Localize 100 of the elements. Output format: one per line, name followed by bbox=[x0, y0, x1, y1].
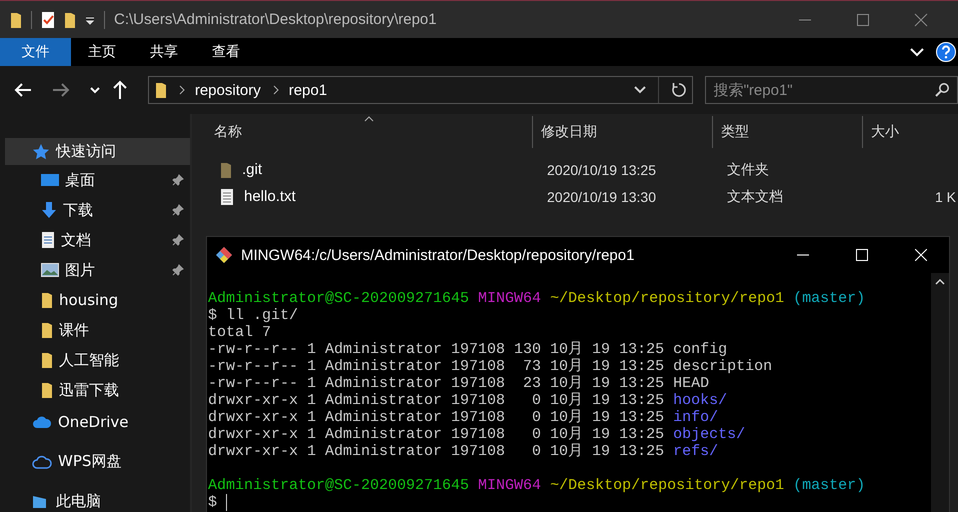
folder-icon bbox=[41, 291, 53, 309]
table-cell: 1 K bbox=[934, 188, 956, 204]
terminal-text: objects/ bbox=[673, 426, 746, 443]
terminal-text: info/ bbox=[673, 409, 718, 426]
back-arrow-icon[interactable] bbox=[14, 82, 32, 98]
breadcrumb[interactable]: repo1 bbox=[288, 82, 328, 98]
sidebar-label: WPS网盘 bbox=[58, 452, 122, 471]
dropdown-icon[interactable] bbox=[85, 14, 95, 24]
sidebar-label: 文档 bbox=[61, 230, 91, 250]
sidebar-label: 课件 bbox=[59, 320, 89, 340]
sort-up-icon bbox=[364, 116, 374, 122]
cloud-icon bbox=[32, 454, 52, 468]
pin-icon[interactable] bbox=[172, 204, 184, 216]
terminal-text: refs/ bbox=[673, 443, 718, 460]
table-cell-text: 2020/10/19 13:30 bbox=[546, 188, 657, 204]
folder-icon[interactable] bbox=[10, 10, 22, 28]
sidebar-label: 迅雷下载 bbox=[59, 380, 119, 400]
sidebar-item[interactable]: OneDrive bbox=[5, 408, 190, 435]
file-name[interactable]: .git bbox=[242, 161, 262, 178]
terminal-text: config bbox=[673, 341, 728, 358]
pin-icon[interactable] bbox=[172, 234, 184, 246]
folder-icon bbox=[41, 321, 53, 339]
up-arrow-icon[interactable] bbox=[112, 80, 128, 100]
sidebar-label: 图片 bbox=[65, 260, 95, 280]
column-header[interactable]: 大小 bbox=[862, 116, 952, 148]
down-arrow-icon bbox=[41, 201, 57, 219]
folder-icon bbox=[154, 81, 167, 99]
ribbon-tab[interactable]: 共享 bbox=[133, 38, 195, 66]
sidebar-item[interactable]: 此电脑 bbox=[5, 488, 190, 512]
sidebar-item[interactable]: 下载 bbox=[5, 195, 190, 225]
sidebar-item[interactable]: housing bbox=[5, 285, 190, 315]
terminal-text: (master) bbox=[793, 477, 866, 494]
terminal-text: ~/Desktop/repository/repo1 bbox=[550, 290, 784, 307]
terminal-text: HEAD bbox=[673, 375, 710, 392]
sidebar-item[interactable]: WPS网盘 bbox=[5, 448, 190, 475]
terminal-text: MINGW64 bbox=[478, 290, 542, 307]
column-header[interactable]: 修改日期 bbox=[532, 116, 712, 148]
sidebar-label: 人工智能 bbox=[59, 350, 119, 370]
chevron-right-icon[interactable] bbox=[178, 85, 185, 95]
terminal-text: Administrator@SC-202009271645 bbox=[208, 290, 470, 307]
terminal-text: drwxr-xr-x 1 Administrator 197108 0 10月 19 13:25 bbox=[208, 426, 664, 443]
terminal-text: -rw-r--r-- 1 Administrator 197108 23 10月 19 13:25 bbox=[208, 375, 664, 392]
monitor-icon bbox=[41, 173, 59, 187]
column-header[interactable]: 类型 bbox=[712, 116, 862, 148]
terminal-text: total 7 bbox=[208, 324, 272, 341]
folder-icon bbox=[41, 381, 53, 399]
column-header[interactable]: 名称 bbox=[214, 116, 532, 148]
refresh-icon[interactable] bbox=[670, 82, 687, 98]
terminal-text: $ bbox=[208, 494, 218, 511]
window-title: C:\Users\Administrator\Desktop\repository\repo1 bbox=[114, 11, 437, 28]
sidebar-label: 快速访问 bbox=[56, 142, 116, 161]
terminal-text: ~/Desktop/repository/repo1 bbox=[550, 477, 784, 494]
terminal-text: -rw-r--r-- 1 Administrator 197108 130 10月 19 13:25 bbox=[208, 341, 664, 358]
terminal-text: Administrator@SC-202009271645 bbox=[208, 477, 470, 494]
search-field[interactable]: 搜索"repo1" bbox=[704, 76, 958, 104]
star-icon bbox=[32, 142, 50, 160]
diamond-icon bbox=[215, 246, 233, 264]
window-title: MINGW64:/c/Users/Administrator/Desktop/repository/repo1 bbox=[241, 246, 634, 264]
sidebar-label: 下载 bbox=[63, 200, 93, 220]
sidebar-item[interactable]: 快速访问 bbox=[5, 138, 190, 165]
ribbon-tab[interactable]: 查看 bbox=[195, 38, 257, 66]
chevron-down-icon[interactable] bbox=[634, 86, 646, 94]
terminal-text: (master) bbox=[793, 290, 866, 307]
cloud-icon bbox=[32, 414, 52, 428]
sidebar-item[interactable]: 迅雷下载 bbox=[5, 375, 190, 405]
document-icon bbox=[41, 231, 55, 249]
sidebar-label: 桌面 bbox=[65, 170, 95, 190]
sidebar-item[interactable]: 课件 bbox=[5, 315, 190, 345]
picture-icon bbox=[41, 263, 59, 277]
sidebar-label: housing bbox=[59, 291, 118, 309]
sidebar-label: 此电脑 bbox=[56, 492, 101, 511]
address-bar[interactable]: repository repo1 bbox=[148, 76, 693, 104]
terminal-text: drwxr-xr-x 1 Administrator 197108 0 10月 19 13:25 bbox=[208, 392, 664, 409]
pin-icon[interactable] bbox=[172, 174, 184, 186]
terminal-text: drwxr-xr-x 1 Administrator 197108 0 10月 19 13:25 bbox=[208, 443, 664, 460]
pin-icon[interactable] bbox=[172, 264, 184, 276]
sidebar-item[interactable]: 图片 bbox=[5, 255, 190, 285]
breadcrumb[interactable]: repository bbox=[194, 82, 261, 98]
terminal-text: drwxr-xr-x 1 Administrator 197108 0 10月 19 13:25 bbox=[208, 409, 664, 426]
text-cursor bbox=[226, 494, 228, 511]
terminal-text: MINGW64 bbox=[478, 477, 542, 494]
table-cell-text: 文件夹 bbox=[726, 160, 770, 178]
terminal-text: description bbox=[673, 358, 772, 375]
sidebar-item[interactable]: 文档 bbox=[5, 225, 190, 255]
scroll-up-icon[interactable] bbox=[935, 279, 945, 285]
folder-icon[interactable] bbox=[64, 10, 76, 28]
ribbon-tab[interactable]: 文件 bbox=[0, 38, 71, 66]
sidebar-label: OneDrive bbox=[58, 412, 129, 430]
table-cell-text: 文本文档 bbox=[726, 188, 784, 206]
chevron-right-icon[interactable] bbox=[272, 85, 279, 95]
table-cell-text: 2020/10/19 13:25 bbox=[546, 162, 657, 178]
ribbon-tab[interactable]: 主页 bbox=[71, 38, 133, 66]
sidebar-item[interactable]: 桌面 bbox=[5, 165, 190, 195]
terminal-text: hooks/ bbox=[673, 392, 728, 409]
folder-icon bbox=[41, 351, 53, 369]
file-name[interactable]: hello.txt bbox=[244, 188, 296, 205]
folder-icon bbox=[220, 160, 232, 178]
search-icon bbox=[934, 82, 950, 98]
help-icon[interactable] bbox=[936, 42, 956, 62]
sidebar-item[interactable]: 人工智能 bbox=[5, 345, 190, 375]
